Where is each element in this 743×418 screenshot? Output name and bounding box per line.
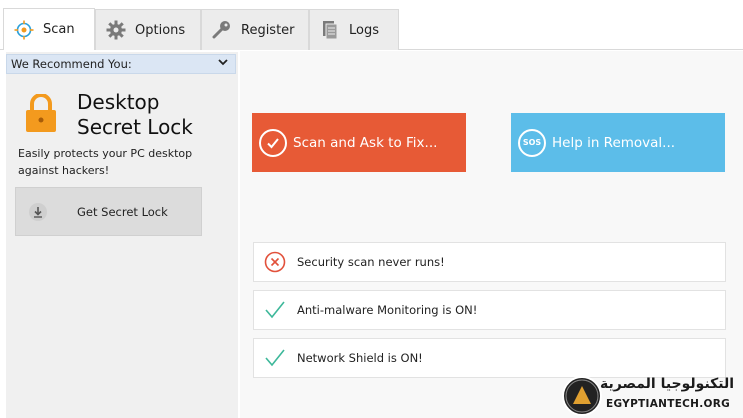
tab-register-label: Register (241, 22, 295, 38)
gear-icon (106, 20, 126, 40)
lock-icon (25, 93, 57, 132)
watermark-logo-icon (562, 376, 602, 416)
tab-register[interactable]: Register (201, 9, 309, 50)
product-title-line1: Desktop (77, 90, 160, 114)
scan-and-fix-label: Scan and Ask to Fix... (293, 134, 438, 151)
tab-logs[interactable]: Logs (309, 9, 399, 50)
tab-logs-label: Logs (349, 22, 379, 38)
product-title: Desktop Secret Lock (77, 90, 193, 140)
recommend-panel: We Recommend You: Desktop Secret Lock Ea… (6, 52, 238, 418)
sos-icon-text: SOS (522, 138, 542, 147)
tab-scan[interactable]: Scan (3, 8, 95, 50)
chevron-down-icon[interactable] (217, 56, 229, 71)
get-secret-lock-button[interactable]: Get Secret Lock (15, 187, 202, 236)
status-text: Network Shield is ON! (297, 351, 423, 365)
status-row-network-shield: Network Shield is ON! (253, 338, 726, 378)
status-row-anti-malware: Anti-malware Monitoring is ON! (253, 290, 726, 330)
error-x-icon (264, 251, 286, 273)
download-icon (29, 202, 47, 221)
watermark: التكنولوجيا المصرية EGYPTIANTECH.ORG (562, 376, 742, 418)
product-description: Easily protects your PC desktop against … (18, 145, 218, 179)
help-in-removal-label: Help in Removal... (552, 134, 676, 151)
document-icon (320, 20, 340, 40)
product-title-line2: Secret Lock (77, 115, 193, 139)
get-secret-lock-label: Get Secret Lock (77, 204, 168, 219)
sos-icon: SOS (518, 128, 546, 157)
checkmark-icon (264, 347, 286, 369)
scan-and-fix-button[interactable]: Scan and Ask to Fix... (252, 113, 466, 172)
watermark-arabic: التكنولوجيا المصرية (600, 376, 735, 392)
checkmark-icon (264, 299, 286, 321)
check-circle-icon (259, 128, 287, 157)
product-description-line1: Easily protects your PC desktop (18, 147, 193, 160)
key-icon (212, 20, 232, 40)
main-panel: Scan and Ask to Fix... SOS Help in Remov… (240, 51, 743, 418)
tab-scan-label: Scan (43, 22, 75, 37)
help-in-removal-button[interactable]: SOS Help in Removal... (511, 113, 725, 172)
tab-bar: Scan Options Register Logs (0, 0, 743, 50)
status-text: Security scan never runs! (297, 255, 445, 269)
target-icon (14, 20, 34, 40)
product-description-line2: against hackers! (18, 164, 110, 177)
status-row-security-scan: Security scan never runs! (253, 242, 726, 282)
status-text: Anti-malware Monitoring is ON! (297, 303, 478, 317)
recommend-header-label: We Recommend You: (11, 57, 132, 71)
tab-options-label: Options (135, 22, 186, 38)
tab-options[interactable]: Options (95, 9, 201, 50)
watermark-english: EGYPTIANTECH.ORG (606, 398, 731, 410)
recommend-header[interactable]: We Recommend You: (6, 54, 236, 74)
